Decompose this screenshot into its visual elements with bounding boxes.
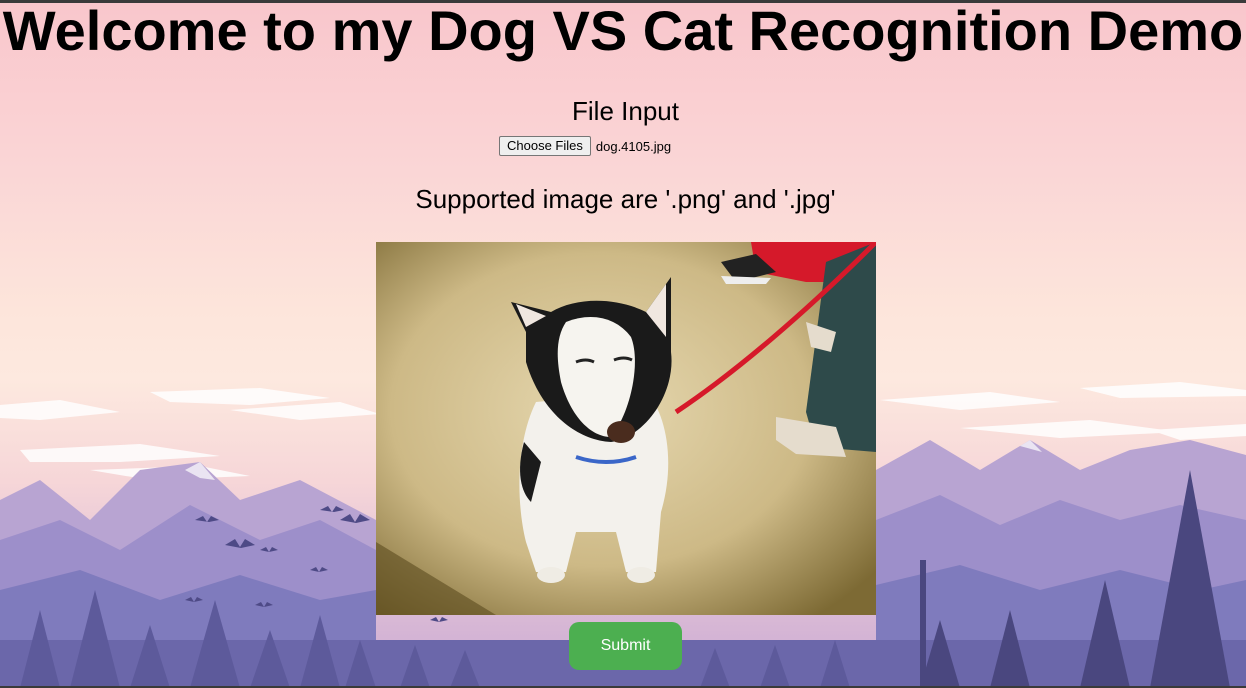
file-input[interactable]: Choose Files dog.4105.jpg: [499, 136, 671, 156]
page-title: Welcome to my Dog VS Cat Recognition Dem…: [2, 0, 1244, 62]
file-input-heading: File Input: [572, 96, 679, 126]
choose-files-button[interactable]: Choose Files: [499, 136, 591, 156]
dog-photo: [376, 242, 876, 615]
supported-formats-text: Supported image are '.png' and '.jpg': [415, 184, 836, 214]
submit-button[interactable]: Submit: [569, 622, 682, 670]
image-preview: [376, 242, 876, 615]
page-root: Welcome to my Dog VS Cat Recognition Dem…: [0, 0, 1246, 688]
selected-file-name: dog.4105.jpg: [595, 138, 672, 154]
